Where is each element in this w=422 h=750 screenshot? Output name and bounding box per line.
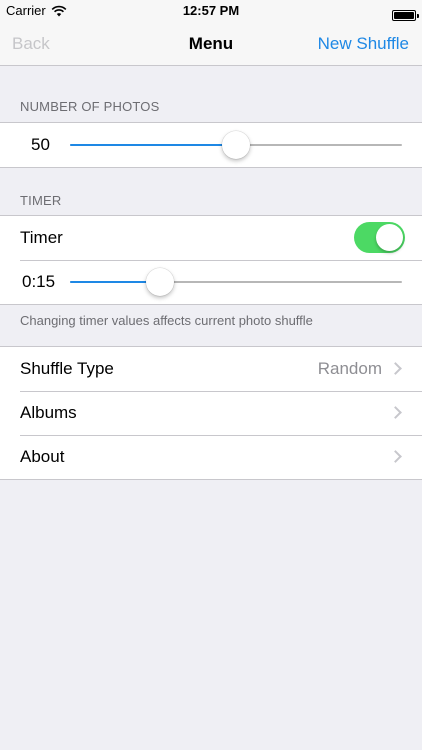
- navigation-bar: Back Menu New Shuffle: [0, 22, 422, 66]
- timer-group: Timer 0:15: [0, 215, 422, 305]
- battery-icon: [392, 10, 419, 21]
- about-row[interactable]: About: [0, 435, 422, 479]
- status-bar: Carrier 12:57 PM: [0, 0, 422, 22]
- chevron-right-icon: [389, 362, 402, 375]
- shuffle-type-label: Shuffle Type: [20, 359, 114, 378]
- timer-slider-row: 0:15: [0, 260, 422, 304]
- timer-toggle[interactable]: [354, 222, 405, 253]
- photos-section-header: NUMBER OF PHOTOS: [20, 99, 160, 114]
- albums-label: Albums: [20, 403, 77, 422]
- timer-section-header: TIMER: [20, 193, 62, 208]
- photos-slider-thumb[interactable]: [222, 131, 250, 159]
- photos-group: 50: [0, 122, 422, 168]
- new-shuffle-button[interactable]: New Shuffle: [318, 22, 409, 66]
- chevron-right-icon: [389, 450, 402, 463]
- timer-toggle-knob: [376, 224, 403, 251]
- timer-toggle-label: Timer: [20, 228, 63, 247]
- timer-note: Changing timer values affects current ph…: [20, 313, 313, 328]
- photos-slider-row: 50: [0, 123, 422, 167]
- photos-slider[interactable]: [70, 131, 402, 159]
- timer-toggle-row: Timer: [0, 216, 422, 260]
- photos-slider-fill: [70, 144, 236, 146]
- timer-slider[interactable]: [70, 268, 402, 296]
- status-time: 12:57 PM: [182, 3, 240, 18]
- shuffle-type-row[interactable]: Shuffle Type Random: [0, 347, 422, 391]
- albums-row[interactable]: Albums: [0, 391, 422, 435]
- chevron-right-icon: [389, 406, 402, 419]
- about-label: About: [20, 447, 65, 466]
- photos-count-label: 50: [31, 135, 50, 154]
- timer-value-label: 0:15: [22, 272, 56, 291]
- shuffle-type-value: Random: [317, 359, 382, 378]
- menu-group: Shuffle Type Random Albums About: [0, 346, 422, 480]
- timer-slider-thumb[interactable]: [145, 268, 174, 296]
